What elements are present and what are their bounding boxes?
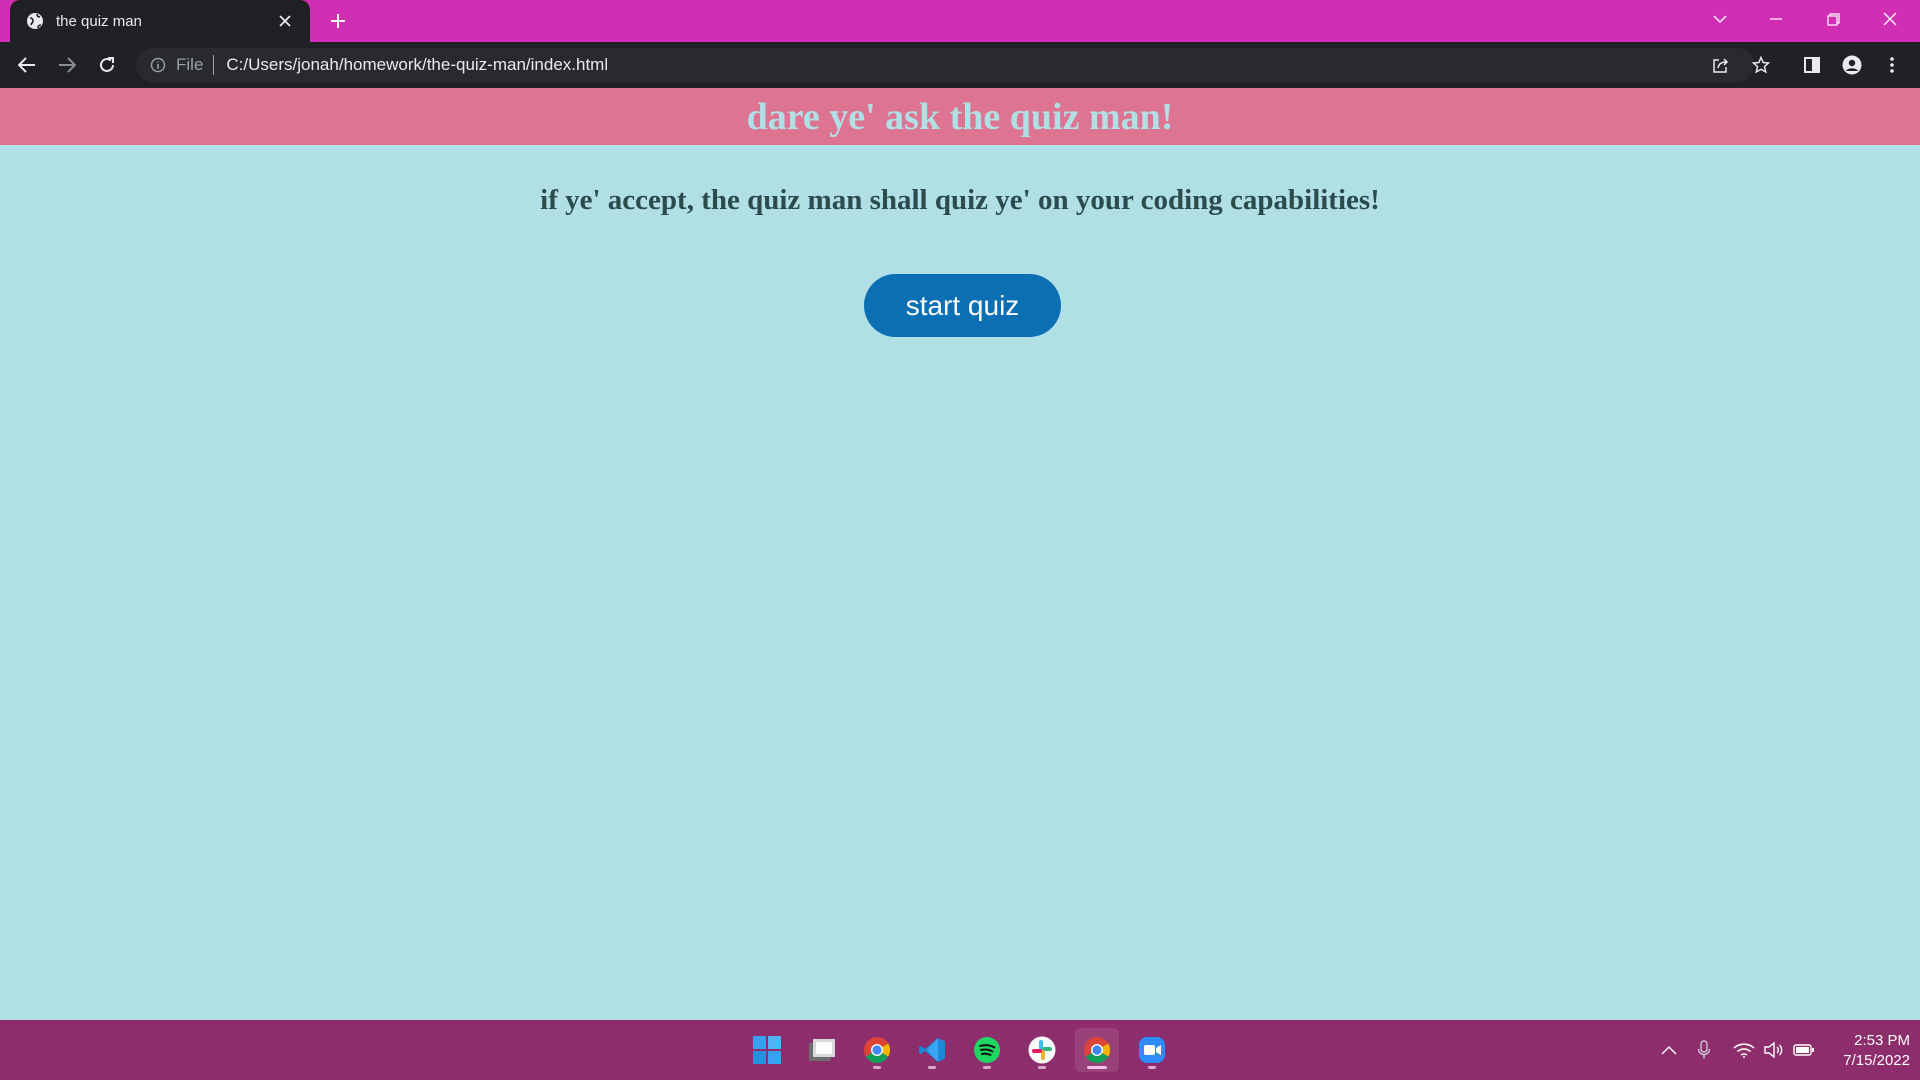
browser-tab[interactable]: the quiz man [10,0,310,42]
profile-avatar-icon[interactable] [1836,49,1868,81]
intro-text: if ye' accept, the quiz man shall quiz y… [540,184,1380,216]
share-icon[interactable] [1704,48,1738,82]
chrome-active-icon[interactable] [1075,1028,1119,1072]
zoom-icon[interactable] [1130,1028,1174,1072]
web-page: dare ye' ask the quiz man! if ye' accept… [0,88,1920,1020]
minimize-icon[interactable] [1748,0,1804,38]
volume-icon[interactable] [1762,1038,1786,1062]
running-indicator [1038,1066,1046,1069]
url-text[interactable]: C:/Users/jonah/homework/the-quiz-man/ind… [226,55,608,75]
clock-time: 2:53 PM [1854,1032,1910,1049]
side-panel-icon[interactable] [1796,49,1828,81]
browser-tab-strip: the quiz man [0,0,1920,42]
windows-taskbar: 2:53 PM 7/15/2022 [0,1020,1920,1080]
scheme-label: File [176,55,204,74]
start-quiz-button[interactable]: start quiz [864,274,1061,337]
running-indicator [1087,1066,1107,1069]
tab-close-icon[interactable] [274,10,296,32]
windows-start-icon[interactable] [745,1028,789,1072]
address-divider [213,55,215,75]
info-icon[interactable] [150,57,166,73]
bookmark-star-icon[interactable] [1744,48,1778,82]
microphone-icon[interactable] [1692,1038,1716,1062]
running-indicator [1148,1066,1156,1069]
wifi-icon[interactable] [1732,1038,1756,1062]
battery-charging-icon[interactable] [1792,1038,1816,1062]
globe-icon [26,12,44,30]
tray-chevron-up-icon[interactable] [1657,1038,1681,1062]
spotify-icon[interactable] [965,1028,1009,1072]
running-indicator [983,1066,991,1069]
tab-title: the quiz man [56,12,142,30]
restore-icon[interactable] [1805,0,1861,38]
kebab-menu-icon[interactable] [1876,49,1908,81]
tab-search-chevron-down-icon[interactable] [1692,0,1748,38]
page-title: dare ye' ask the quiz man! [746,95,1174,138]
chrome-icon[interactable] [855,1028,899,1072]
page-header: dare ye' ask the quiz man! [0,88,1920,145]
visual-studio-code-icon[interactable] [910,1028,954,1072]
back-arrow-icon[interactable] [11,49,43,81]
address-bar[interactable]: File C:/Users/jonah/homework/the-quiz-ma… [136,48,1770,82]
forward-arrow-icon[interactable] [51,49,83,81]
new-tab-button[interactable] [324,7,352,35]
slack-icon[interactable] [1020,1028,1064,1072]
close-window-icon[interactable] [1862,0,1918,38]
file-explorer-icon[interactable] [800,1028,844,1072]
running-indicator [928,1066,936,1069]
clock-date: 7/15/2022 [1843,1052,1910,1069]
running-indicator [873,1066,881,1069]
browser-toolbar: File C:/Users/jonah/homework/the-quiz-ma… [0,42,1920,88]
reload-icon[interactable] [91,49,123,81]
system-clock[interactable]: 2:53 PM 7/15/2022 [1820,1031,1910,1071]
